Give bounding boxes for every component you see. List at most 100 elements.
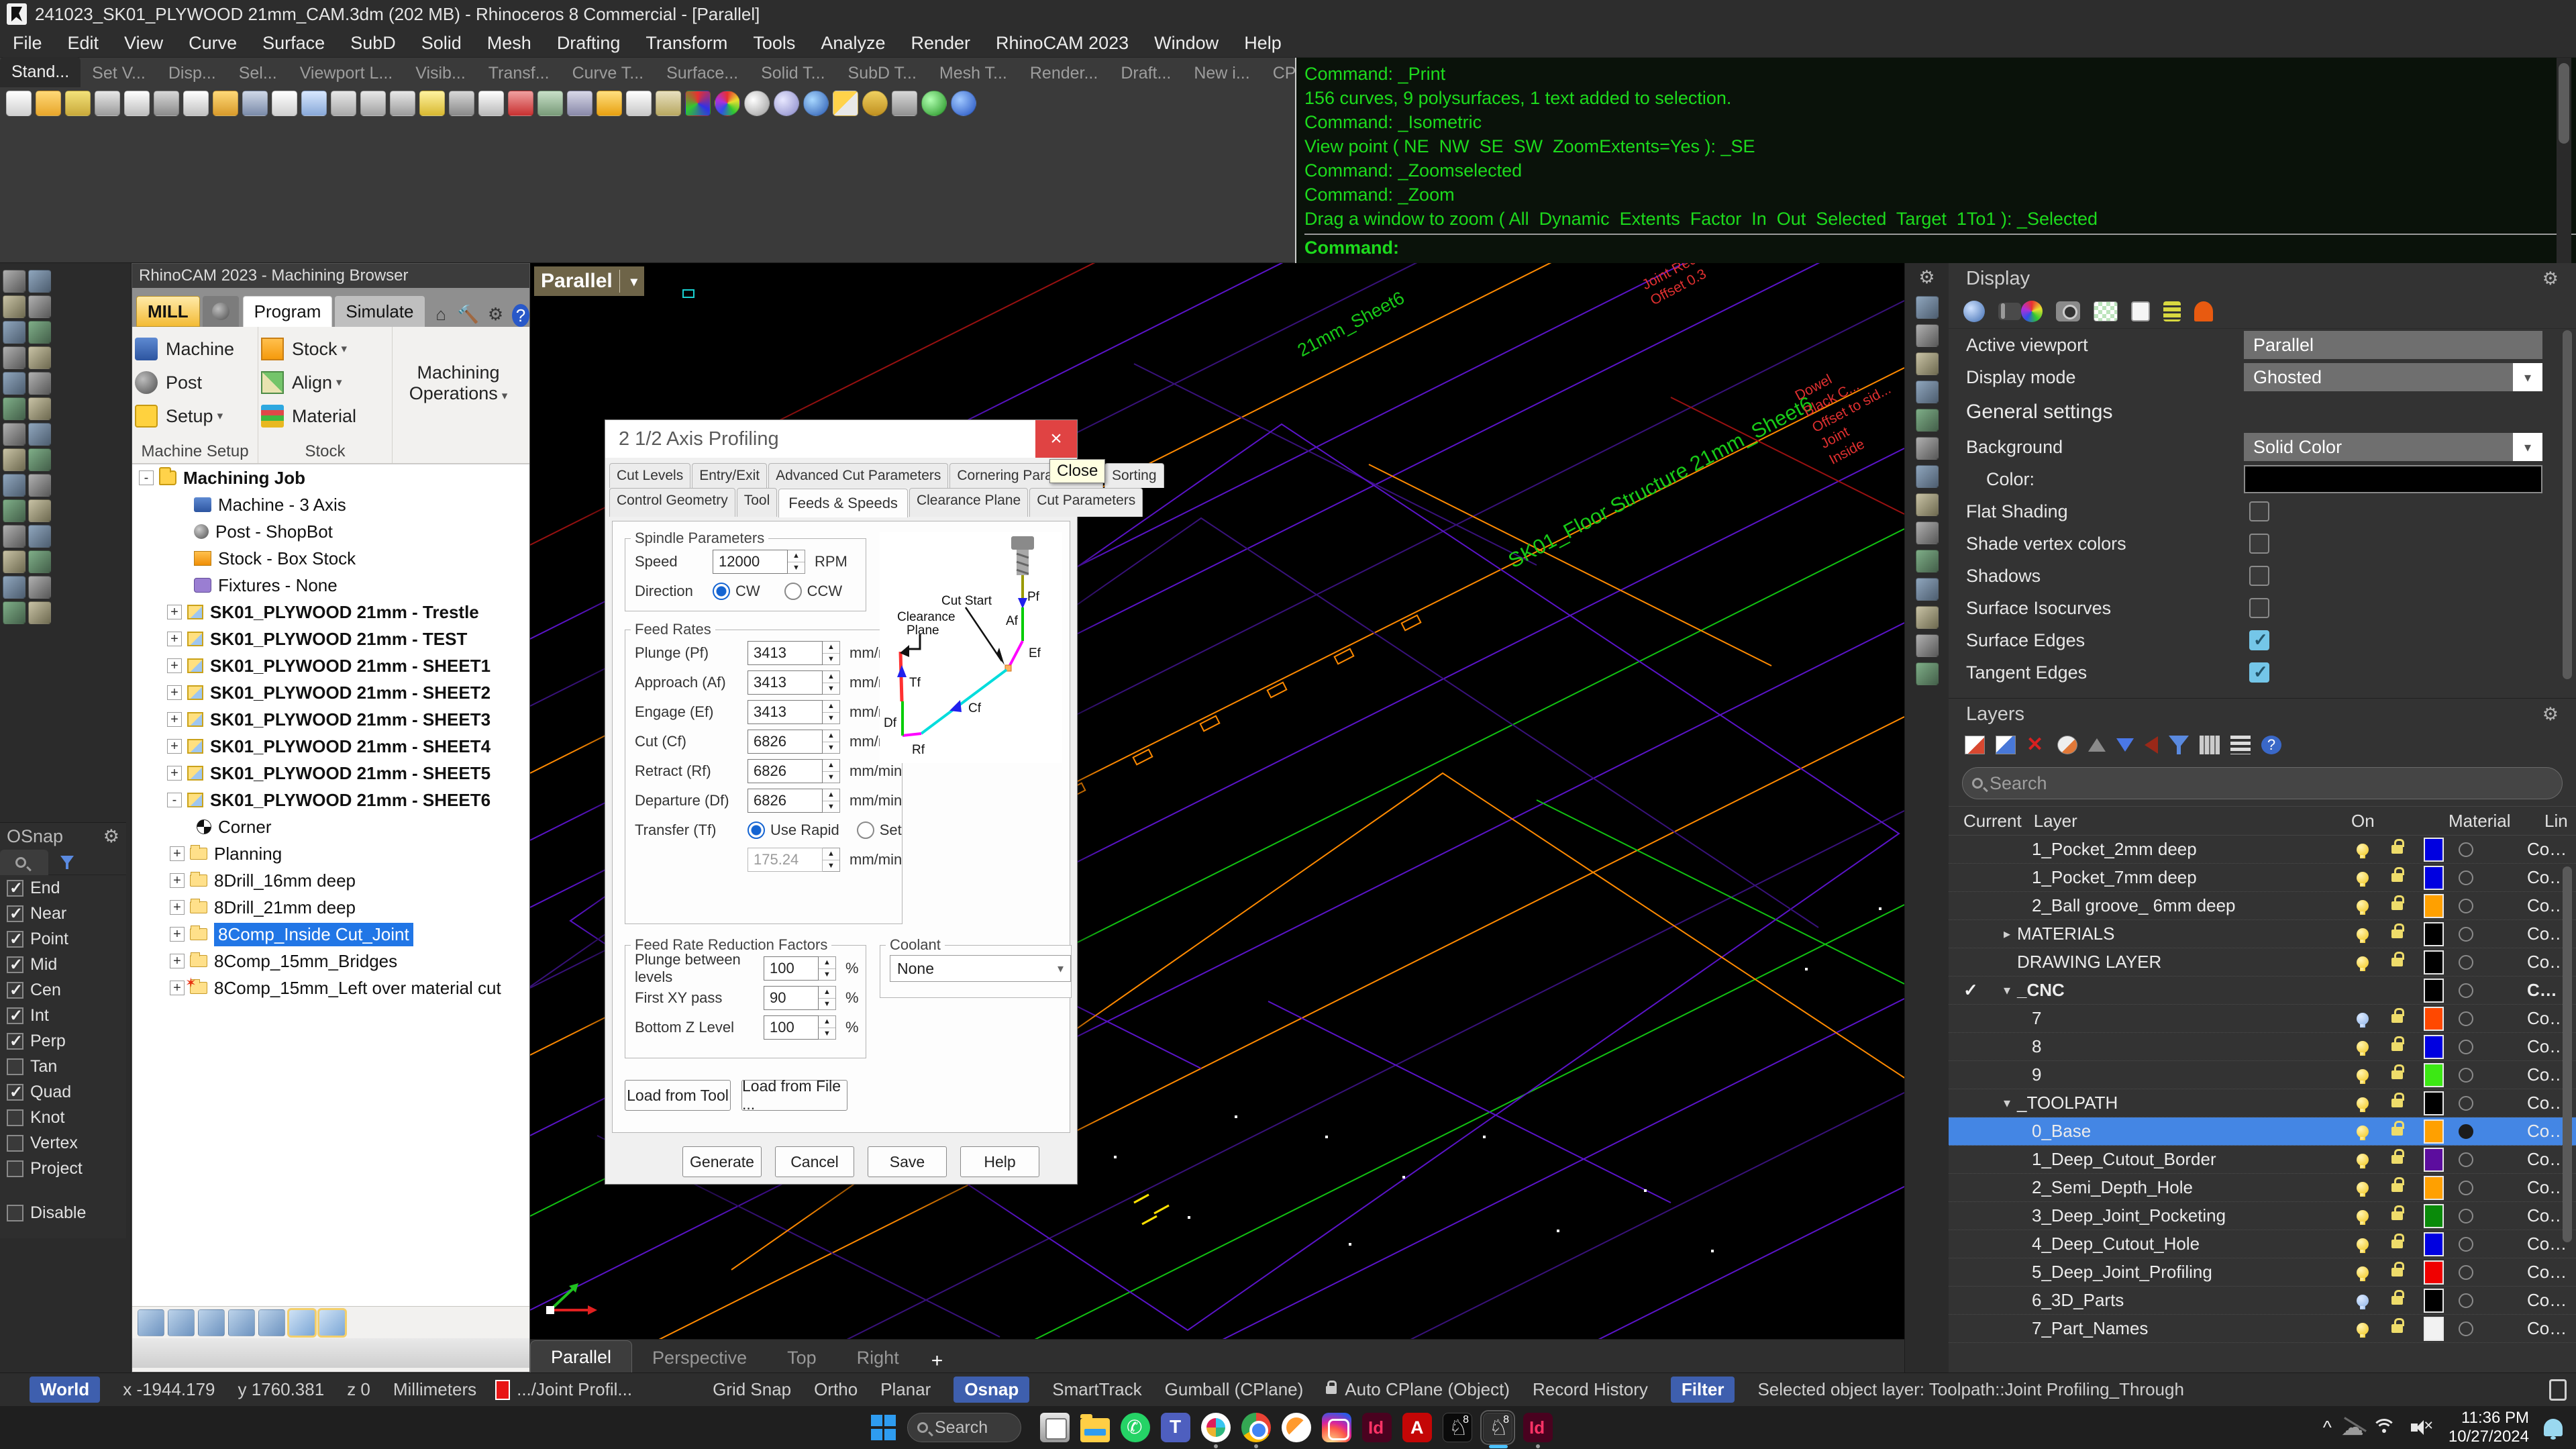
slack-icon[interactable] bbox=[1201, 1413, 1231, 1442]
view-plane-icon[interactable] bbox=[1916, 521, 1939, 544]
new-layer-icon[interactable] bbox=[1965, 736, 1985, 754]
filter-toggle[interactable]: Filter bbox=[1671, 1377, 1735, 1403]
split-tool-icon[interactable] bbox=[28, 525, 51, 548]
tool-dropdown-icon[interactable] bbox=[203, 296, 239, 327]
tree-expander[interactable]: + bbox=[167, 766, 182, 781]
linetype[interactable]: Continuous bbox=[2527, 1290, 2567, 1311]
browser-icon[interactable] bbox=[1282, 1413, 1311, 1442]
lock-icon[interactable] bbox=[2391, 1042, 2403, 1051]
direction-cw-radio[interactable] bbox=[713, 583, 730, 600]
material-circle[interactable] bbox=[2459, 1209, 2473, 1223]
osnap-option-end[interactable]: End bbox=[0, 875, 126, 901]
toolbar-tab-curve-tools[interactable]: Curve T... bbox=[561, 60, 656, 87]
linetype[interactable]: Continuous bbox=[2527, 1177, 2567, 1198]
link-icon[interactable] bbox=[892, 91, 917, 116]
unnest-layer-icon[interactable] bbox=[2145, 736, 2158, 754]
stepper[interactable]: ▲▼ bbox=[819, 956, 836, 981]
tab-cut-levels[interactable]: Cut Levels bbox=[609, 463, 690, 488]
new-sublayer-icon[interactable] bbox=[1996, 736, 2016, 754]
tree-expander[interactable]: + bbox=[170, 873, 185, 888]
named-view-icon[interactable] bbox=[508, 91, 533, 116]
viewport-tab-perspective[interactable]: Perspective bbox=[632, 1343, 767, 1372]
layer-row-current[interactable]: ▾_CNCContinuous bbox=[1949, 977, 2576, 1005]
direction-ccw-radio[interactable] bbox=[784, 583, 802, 600]
section-icon[interactable] bbox=[1916, 550, 1939, 572]
edit-icon[interactable] bbox=[124, 91, 150, 116]
layer-on-bulb[interactable] bbox=[2357, 1295, 2369, 1307]
tree-expander[interactable]: + bbox=[167, 685, 182, 700]
toolpath-solid-icon[interactable] bbox=[228, 1309, 255, 1336]
layer-on-bulb[interactable] bbox=[2357, 1126, 2369, 1138]
array-tool-icon[interactable] bbox=[3, 576, 25, 599]
tree-expander[interactable]: + bbox=[167, 658, 182, 673]
tab-sorting[interactable]: Sorting bbox=[1104, 463, 1164, 488]
tree-item-corner[interactable]: Corner bbox=[132, 813, 529, 840]
color-settings-icon[interactable] bbox=[2021, 301, 2043, 322]
cplane-world-button[interactable]: World bbox=[30, 1377, 100, 1403]
menu-file[interactable]: File bbox=[0, 28, 55, 58]
lock-icon[interactable] bbox=[2391, 1070, 2403, 1079]
tree-item-drill-16mm[interactable]: +8Drill_16mm deep bbox=[132, 867, 529, 894]
toolbar-tab-solid-tools[interactable]: Solid T... bbox=[750, 60, 836, 87]
record-history-toggle[interactable]: Record History bbox=[1533, 1379, 1648, 1400]
col-linetype[interactable]: Lin bbox=[2544, 811, 2568, 832]
menu-tools[interactable]: Tools bbox=[740, 28, 808, 58]
tree-expander[interactable]: + bbox=[167, 739, 182, 754]
ellipse-tool-icon[interactable] bbox=[3, 397, 25, 420]
chamfer-tool-icon[interactable] bbox=[28, 499, 51, 522]
checkbox[interactable] bbox=[7, 1135, 23, 1152]
notification-bell-icon[interactable] bbox=[2544, 1419, 2563, 1436]
menu-subd[interactable]: SubD bbox=[338, 28, 409, 58]
rotate-view-icon[interactable] bbox=[301, 91, 327, 116]
osnap-option-cen[interactable]: Cen bbox=[0, 977, 126, 1003]
retract-feed-input[interactable]: 6826 bbox=[748, 759, 823, 783]
machining-browser-title[interactable]: RhinoCAM 2023 - Machining Browser bbox=[132, 264, 529, 288]
material-circle[interactable] bbox=[2459, 1040, 2473, 1054]
lock-icon[interactable] bbox=[2391, 901, 2403, 910]
flat-shading-checkbox[interactable] bbox=[2249, 501, 2269, 521]
print-icon[interactable] bbox=[95, 91, 120, 116]
tray-chevron-up-icon[interactable]: ^ bbox=[2323, 1417, 2332, 1438]
panel-toggle-icon[interactable] bbox=[2549, 1379, 2567, 1401]
grid-snap-toggle[interactable]: Grid Snap bbox=[713, 1379, 791, 1400]
layer-color-swatch[interactable] bbox=[2424, 1035, 2444, 1059]
osnap-option-disable[interactable]: Disable bbox=[0, 1200, 126, 1226]
viewport-tab-top[interactable]: Top bbox=[767, 1343, 837, 1372]
layer-on-bulb[interactable] bbox=[2357, 1238, 2369, 1250]
toolbar-tab-setview[interactable]: Set V... bbox=[81, 60, 157, 87]
layer-color-swatch[interactable] bbox=[2424, 1317, 2444, 1341]
volume-muted-icon[interactable] bbox=[2411, 1419, 2434, 1436]
layer-row-selected[interactable]: 0_BaseContinuous bbox=[1949, 1117, 2576, 1146]
background-select[interactable]: Solid Color▾ bbox=[2244, 433, 2542, 461]
display-panel-header[interactable]: Display ⚙ bbox=[1949, 263, 2576, 294]
options-gear-icon[interactable] bbox=[862, 91, 888, 116]
toolbar-tab-select[interactable]: Sel... bbox=[227, 60, 289, 87]
checkbox[interactable] bbox=[7, 1160, 23, 1177]
grid-icon[interactable] bbox=[1916, 324, 1939, 347]
layer-on-bulb[interactable] bbox=[2357, 1013, 2369, 1025]
osnap-option-perp[interactable]: Perp bbox=[0, 1028, 126, 1054]
toolbar-tab-subd-tools[interactable]: SubD T... bbox=[837, 60, 928, 87]
scale-tool-icon[interactable] bbox=[3, 321, 25, 344]
machine-button[interactable]: Machine bbox=[135, 332, 255, 366]
offset-tool-icon[interactable] bbox=[3, 601, 25, 624]
display-scrollbar[interactable] bbox=[2563, 330, 2572, 679]
plunge-feed-input[interactable]: 3413 bbox=[748, 641, 823, 665]
menu-rhinocam[interactable]: RhinoCAM 2023 bbox=[983, 28, 1141, 58]
layer-expander[interactable]: ▾ bbox=[2004, 1095, 2010, 1111]
layer-color-swatch[interactable] bbox=[2424, 1119, 2444, 1144]
tree-expander[interactable]: + bbox=[167, 712, 182, 727]
osnap-option-point[interactable]: Point bbox=[0, 926, 126, 952]
toolbar-tab-render-tools[interactable]: Render... bbox=[1019, 60, 1109, 87]
layer-row[interactable]: 6_3D_PartsContinuous bbox=[1949, 1287, 2576, 1315]
menu-window[interactable]: Window bbox=[1141, 28, 1231, 58]
material-circle[interactable] bbox=[2459, 983, 2473, 998]
layer-color-swatch[interactable] bbox=[2424, 922, 2444, 946]
linetype[interactable]: Continuous bbox=[2527, 1121, 2567, 1142]
machining-operations-button[interactable]: Machining Operations▾ bbox=[393, 327, 524, 440]
layer-color-swatch[interactable] bbox=[2424, 1148, 2444, 1172]
rotate-tool-icon[interactable] bbox=[28, 295, 51, 318]
col-layer[interactable]: Layer bbox=[2034, 811, 2077, 832]
toolbar-tab-transform[interactable]: Transf... bbox=[477, 60, 561, 87]
menu-help[interactable]: Help bbox=[1231, 28, 1294, 58]
